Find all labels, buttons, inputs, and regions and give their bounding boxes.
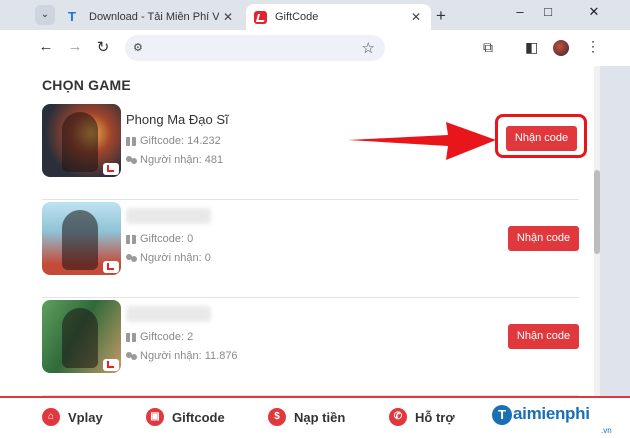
- receive-code-button[interactable]: Nhận code: [508, 226, 579, 251]
- receiver-count-text: Người nhận: 11.876: [140, 350, 238, 362]
- browser-window: ⌄ T Download - Tải Miễn Phí VN - S ✕ Gif…: [0, 0, 630, 438]
- giftcode-count: Giftcode: 2: [126, 330, 194, 343]
- giftcode-count-text: Giftcode: 2: [140, 331, 194, 343]
- giftcode-count: Giftcode: 14.232: [126, 134, 221, 147]
- new-tab-button[interactable]: +: [436, 6, 446, 26]
- giftcode-count: Giftcode: 0: [126, 232, 194, 245]
- character-image: [62, 112, 98, 172]
- game-name: Phong Ma Đạo Sĩ: [126, 112, 229, 127]
- receiver-count-text: Người nhận: 0: [140, 252, 211, 264]
- tab-download[interactable]: T Download - Tải Miễn Phí VN - S ✕: [60, 4, 243, 30]
- receiver-count-text: Người nhận: 481: [140, 154, 224, 166]
- forward-arrow-icon[interactable]: →: [65, 38, 85, 55]
- back-arrow-icon[interactable]: ←: [36, 38, 56, 55]
- bookmark-star-icon[interactable]: ☆: [362, 39, 375, 57]
- gift-icon: [126, 232, 136, 244]
- section-title: CHỌN GAME: [42, 77, 131, 93]
- giftcode-page: CHỌN GAME Phong Ma Đạo Sĩ Giftcode: 14.2…: [0, 66, 630, 438]
- annotation-arrow-icon: [348, 122, 496, 160]
- phone-icon: ✆: [389, 408, 407, 426]
- home-icon: ⌂: [42, 408, 60, 426]
- game-row: Giftcode: 2 Người nhận: 11.876 Nhận code: [42, 300, 579, 396]
- address-bar[interactable]: ⚙ ☆: [125, 35, 385, 61]
- tab-title: GiftCode: [275, 11, 319, 23]
- nav-item-giftcode[interactable]: ▣ Giftcode: [146, 408, 225, 426]
- users-icon: [126, 155, 137, 165]
- giftcode-favicon-icon: [254, 10, 267, 24]
- watermark-domain: .vn: [601, 426, 612, 435]
- nav-label: Hỗ trợ: [415, 409, 455, 425]
- minimize-button[interactable]: –: [505, 4, 535, 19]
- tab-strip: ⌄ T Download - Tải Miễn Phí VN - S ✕ Gif…: [0, 0, 630, 30]
- receive-code-button[interactable]: Nhận code: [508, 324, 579, 349]
- receiver-count: Người nhận: 481: [126, 154, 223, 166]
- game-thumbnail[interactable]: [42, 202, 121, 275]
- nav-item-nap-tien[interactable]: $ Nạp tiền: [268, 408, 345, 426]
- game-name-blurred: [126, 306, 211, 322]
- gift-icon: [126, 330, 136, 342]
- profile-avatar[interactable]: [553, 40, 569, 56]
- nav-item-ho-tro[interactable]: ✆ Hỗ trợ: [389, 408, 455, 426]
- game-row: Giftcode: 0 Người nhận: 0 Nhận code: [42, 202, 579, 298]
- close-icon[interactable]: ✕: [407, 10, 425, 24]
- kebab-menu-icon[interactable]: ⋮: [586, 38, 600, 55]
- extensions-icon[interactable]: ⧉: [483, 39, 493, 56]
- gift-icon: ▣: [146, 408, 164, 426]
- browser-toolbar: ← → ↻ ⚙ ☆ ⧉ ◧ ⋮: [0, 30, 630, 66]
- close-icon[interactable]: ✕: [219, 10, 237, 24]
- dollar-icon: $: [268, 408, 286, 426]
- gift-icon: [126, 134, 136, 146]
- users-icon: [126, 253, 137, 263]
- game-thumbnail[interactable]: [42, 104, 121, 177]
- users-icon: [126, 351, 137, 361]
- watermark-logo-icon: T: [492, 405, 512, 425]
- watermark-text: aimienphi: [513, 404, 590, 423]
- tab-title: Download - Tải Miễn Phí VN - S: [89, 11, 219, 23]
- tab-giftcode[interactable]: GiftCode ✕: [246, 4, 431, 30]
- window-edge: [600, 66, 630, 438]
- maximize-button[interactable]: □: [533, 4, 563, 19]
- side-panel-icon[interactable]: ◧: [525, 39, 538, 56]
- game-thumbnail[interactable]: [42, 300, 121, 373]
- character-image: [62, 210, 98, 270]
- game-name-blurred: [126, 208, 211, 224]
- nav-item-vplay[interactable]: ⌂ Vplay: [42, 408, 103, 426]
- taimienphi-watermark: Taimienphi: [492, 404, 590, 425]
- reload-icon[interactable]: ↻: [93, 38, 113, 56]
- nav-label: Vplay: [68, 409, 103, 425]
- nav-label: Giftcode: [172, 409, 225, 425]
- vplay-logo-icon: [103, 359, 119, 371]
- receiver-count: Người nhận: 0: [126, 252, 211, 264]
- close-window-button[interactable]: ✕: [579, 4, 609, 20]
- giftcode-count-text: Giftcode: 0: [140, 233, 194, 245]
- vplay-logo-icon: [103, 261, 119, 273]
- taimienphi-favicon-icon: T: [68, 9, 76, 24]
- nav-label: Nạp tiền: [294, 409, 346, 425]
- character-image: [62, 308, 98, 368]
- site-settings-icon[interactable]: ⚙: [133, 42, 145, 54]
- receiver-count: Người nhận: 11.876: [126, 350, 238, 362]
- vplay-logo-icon: [103, 163, 119, 175]
- tab-search-dropdown[interactable]: ⌄: [35, 5, 55, 25]
- giftcode-count-text: Giftcode: 14.232: [140, 135, 221, 147]
- highlight-annotation-box: [495, 114, 587, 158]
